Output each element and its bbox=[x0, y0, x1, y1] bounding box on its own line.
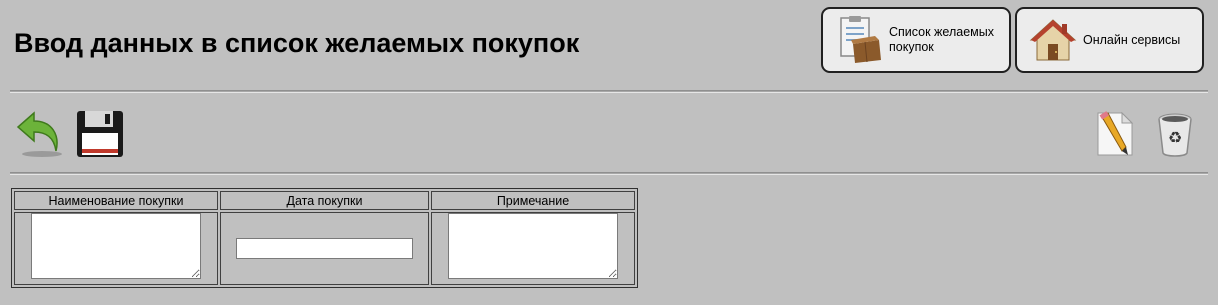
svg-text:♻: ♻ bbox=[1168, 128, 1182, 147]
column-header-note: Примечание bbox=[431, 191, 635, 210]
purchase-date-field[interactable] bbox=[236, 238, 413, 259]
floppy-disk-icon bbox=[75, 109, 125, 164]
wishlist-nav-button[interactable]: Список желаемых покупок bbox=[821, 7, 1011, 73]
header-divider bbox=[10, 90, 1208, 93]
date-cell bbox=[220, 212, 429, 285]
purchase-name-field[interactable] bbox=[31, 213, 201, 279]
delete-button[interactable]: ♻ bbox=[1150, 111, 1200, 161]
online-services-nav-label: Онлайн сервисы bbox=[1083, 32, 1181, 47]
toolbar-divider bbox=[10, 172, 1208, 175]
pencil-document-icon bbox=[1092, 109, 1136, 164]
name-cell bbox=[14, 212, 218, 285]
clipboard-box-icon bbox=[835, 16, 883, 64]
back-button[interactable] bbox=[14, 109, 66, 164]
column-header-name: Наименование покупки bbox=[14, 191, 218, 210]
purchase-form-table: Наименование покупки Дата покупки Примеч… bbox=[11, 188, 638, 288]
column-header-date: Дата покупки bbox=[220, 191, 429, 210]
recycle-bin-icon: ♻ bbox=[1150, 109, 1200, 164]
purchase-note-field[interactable] bbox=[448, 213, 618, 279]
back-arrow-icon bbox=[14, 109, 66, 164]
save-button[interactable] bbox=[75, 109, 125, 164]
wishlist-nav-label: Список желаемых покупок bbox=[889, 25, 994, 54]
page-title: Ввод данных в список желаемых покупок bbox=[14, 28, 580, 58]
edit-button[interactable] bbox=[1092, 109, 1136, 164]
note-cell bbox=[431, 212, 635, 285]
house-icon bbox=[1029, 16, 1077, 64]
online-services-nav-button[interactable]: Онлайн сервисы bbox=[1015, 7, 1204, 73]
